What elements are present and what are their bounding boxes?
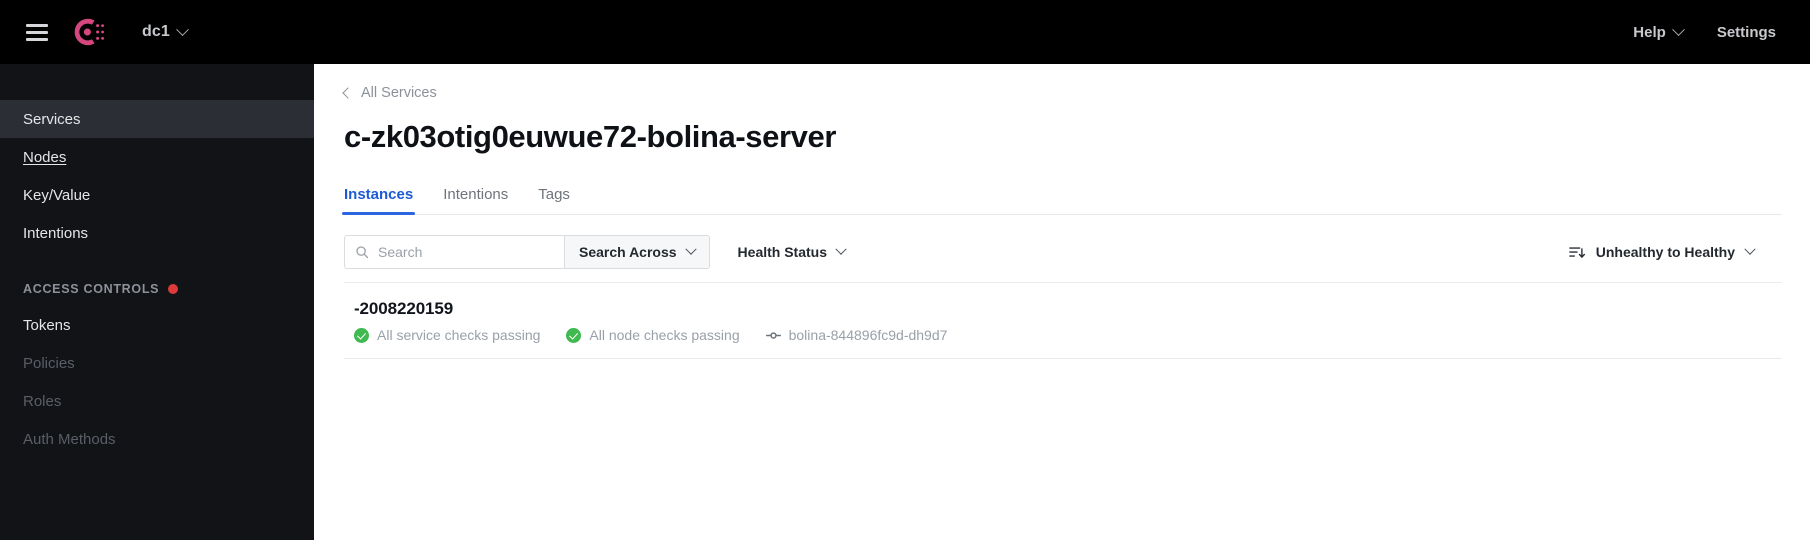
instance-list-item[interactable]: -2008220159 All service checks passing A…: [344, 283, 1782, 358]
tab-label: Intentions: [443, 186, 509, 203]
sidebar-item-label: Nodes: [23, 148, 67, 166]
filter-bar: Search Across Health Status Unhealthy to…: [344, 235, 1782, 269]
hamburger-line: [26, 23, 48, 27]
page-title: c-zk03otig0euwue72-bolina-server: [344, 119, 836, 154]
consul-logo-icon[interactable]: [68, 12, 108, 52]
check-circle-icon: [566, 327, 582, 343]
node-checks-status: All node checks passing: [566, 327, 740, 343]
sidebar-item-label: Intentions: [23, 224, 89, 242]
chevron-down-icon: [835, 243, 847, 255]
sidebar-item-key-value[interactable]: Key/Value: [0, 176, 314, 214]
instance-meta: All service checks passing All node chec…: [354, 327, 1782, 343]
sidebar-item-roles: Roles: [0, 382, 314, 420]
breadcrumb-all-services[interactable]: All Services: [342, 85, 437, 101]
tab-label: Tags: [538, 186, 570, 203]
search-across-label: Search Across: [579, 244, 677, 260]
node-icon: [765, 331, 781, 339]
sidebar-section-label: ACCESS CONTROLS: [23, 282, 160, 296]
status-dot-icon: [168, 284, 179, 294]
datacenter-selector[interactable]: dc1: [142, 22, 189, 41]
sidebar-item-label: Policies: [23, 354, 75, 372]
hamburger-menu-icon[interactable]: [26, 23, 48, 41]
instance-node: bolina-844896fc9d-dh9d7: [765, 327, 948, 343]
node-name-label: bolina-844896fc9d-dh9d7: [788, 327, 948, 343]
chevron-left-icon: [342, 87, 354, 99]
main-content: All Services c-zk03otig0euwue72-bolina-s…: [314, 64, 1810, 540]
tab-intentions[interactable]: Intentions: [443, 186, 508, 214]
search-box[interactable]: [344, 235, 564, 269]
sidebar-item-intentions[interactable]: Intentions: [0, 214, 314, 252]
sidebar-item-policies: Policies: [0, 344, 314, 382]
sort-dropdown[interactable]: Unhealthy to Healthy: [1568, 243, 1782, 260]
breadcrumb-label: All Services: [361, 85, 437, 101]
tab-bar: Instances Intentions Tags: [341, 177, 1782, 215]
search-icon: [356, 246, 369, 259]
service-checks-label: All service checks passing: [377, 327, 541, 343]
tab-tags[interactable]: Tags: [538, 186, 570, 214]
tab-label: Instances: [344, 186, 414, 203]
sidebar-section-access-controls: ACCESS CONTROLS: [0, 272, 314, 306]
sidebar-item-label: Roles: [23, 392, 62, 410]
service-checks-status: All service checks passing: [354, 327, 540, 343]
node-checks-label: All node checks passing: [589, 327, 740, 343]
sidebar-item-tokens[interactable]: Tokens: [0, 306, 314, 344]
hamburger-line: [26, 37, 48, 41]
chevron-down-icon: [1671, 22, 1685, 36]
health-status-dropdown[interactable]: Health Status: [732, 235, 851, 269]
hamburger-line: [26, 30, 48, 34]
instance-name: -2008220159: [354, 299, 454, 318]
help-label: Help: [1633, 23, 1666, 41]
help-menu[interactable]: Help: [1633, 22, 1685, 41]
chevron-down-icon: [1744, 243, 1756, 255]
search-across-dropdown[interactable]: Search Across: [564, 235, 710, 269]
chevron-down-icon: [176, 22, 189, 36]
sort-descending-icon: [1568, 246, 1585, 258]
sort-label: Unhealthy to Healthy: [1595, 244, 1735, 260]
tab-instances[interactable]: Instances: [341, 186, 416, 215]
settings-link[interactable]: Settings: [1717, 24, 1776, 41]
sidebar-item-services[interactable]: Services: [0, 100, 314, 138]
datacenter-label: dc1: [142, 23, 170, 40]
instance-row-divider: [344, 358, 1782, 359]
sidebar-item-label: Auth Methods: [23, 430, 116, 448]
settings-label: Settings: [1716, 23, 1776, 41]
consul-ui-window: dc1 Help Settings Services Nodes Key/Val…: [0, 0, 1810, 540]
check-circle-icon: [354, 327, 369, 343]
health-status-label: Health Status: [737, 244, 828, 260]
search-group: Search Across: [344, 235, 710, 269]
sidebar-item-auth-methods: Auth Methods: [0, 420, 314, 458]
sidebar-item-label: Tokens: [23, 316, 71, 334]
sidebar: Services Nodes Key/Value Intentions ACCE…: [0, 64, 314, 540]
top-navbar: dc1 Help Settings: [0, 0, 1810, 64]
navbar-right-group: Help Settings: [1633, 22, 1776, 41]
sidebar-item-nodes[interactable]: Nodes: [0, 138, 314, 176]
sidebar-item-label: Key/Value: [23, 186, 91, 204]
sidebar-item-label: Services: [23, 110, 81, 128]
search-input[interactable]: [378, 244, 538, 260]
chevron-down-icon: [684, 243, 697, 255]
